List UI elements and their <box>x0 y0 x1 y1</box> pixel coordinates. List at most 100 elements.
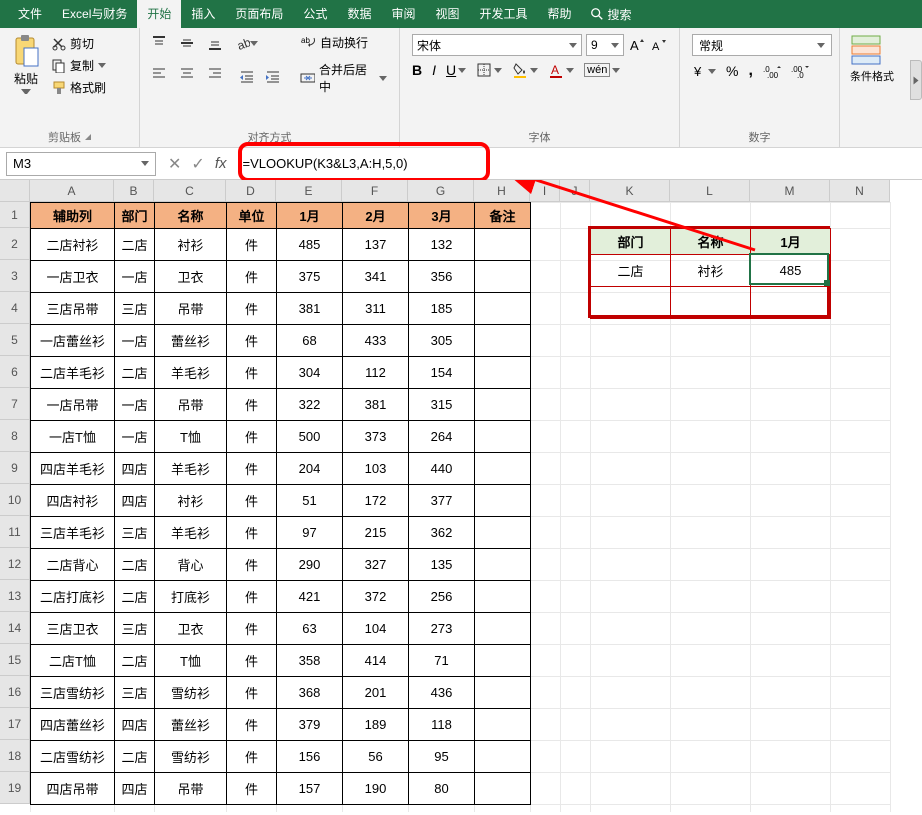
table-row[interactable]: 四店吊带四店吊带件15719080 <box>31 773 531 805</box>
col-header-J[interactable]: J <box>560 180 590 202</box>
phonetic-button[interactable]: wén <box>584 63 620 77</box>
table-cell[interactable]: 衬衫 <box>155 229 227 261</box>
table-cell[interactable]: 157 <box>277 773 343 805</box>
table-cell[interactable]: 436 <box>409 677 475 709</box>
row-header-10[interactable]: 10 <box>0 484 30 516</box>
lookup-cell[interactable] <box>751 287 831 319</box>
table-cell[interactable]: 71 <box>409 645 475 677</box>
cut-button[interactable]: 剪切 <box>48 34 110 53</box>
table-cell[interactable]: 件 <box>227 709 277 741</box>
table-cell[interactable] <box>475 229 531 261</box>
table-cell[interactable] <box>475 709 531 741</box>
table-cell[interactable]: 卫衣 <box>155 613 227 645</box>
wrap-text-button[interactable]: ab 自动换行 <box>296 32 391 53</box>
table-cell[interactable]: 件 <box>227 645 277 677</box>
table-cell[interactable]: 215 <box>343 517 409 549</box>
underline-button[interactable]: U <box>446 62 466 78</box>
table-cell[interactable]: 卫衣 <box>155 261 227 293</box>
table-cell[interactable]: 三店卫衣 <box>31 613 115 645</box>
enter-formula-button[interactable]: ✓ <box>191 154 204 174</box>
table-cell[interactable]: 381 <box>343 389 409 421</box>
table-cell[interactable]: 吊带 <box>155 293 227 325</box>
fill-color-button[interactable] <box>512 62 538 78</box>
table-cell[interactable]: 二店 <box>115 645 155 677</box>
lookup-row[interactable]: 二店衬衫485 <box>591 255 831 287</box>
table-cell[interactable]: 372 <box>343 581 409 613</box>
table-cell[interactable]: 185 <box>409 293 475 325</box>
table-cell[interactable]: 95 <box>409 741 475 773</box>
table-cell[interactable]: 件 <box>227 485 277 517</box>
accounting-button[interactable]: ¥ <box>692 63 716 79</box>
table-cell[interactable] <box>475 421 531 453</box>
row-header-14[interactable]: 14 <box>0 612 30 644</box>
orientation-button[interactable]: ab <box>236 32 258 54</box>
table-cell[interactable]: 二店羊毛衫 <box>31 357 115 389</box>
table-cell[interactable] <box>475 293 531 325</box>
table-header[interactable]: 单位 <box>227 203 277 229</box>
table-row[interactable]: 四店衬衫四店衬衫件51172377 <box>31 485 531 517</box>
row-header-8[interactable]: 8 <box>0 420 30 452</box>
table-cell[interactable]: 190 <box>343 773 409 805</box>
table-cell[interactable]: 97 <box>277 517 343 549</box>
table-cell[interactable]: 件 <box>227 325 277 357</box>
table-cell[interactable]: 137 <box>343 229 409 261</box>
ribbon-expand-handle[interactable] <box>910 60 922 100</box>
table-cell[interactable]: 件 <box>227 357 277 389</box>
table-row[interactable]: 四店羊毛衫四店羊毛衫件204103440 <box>31 453 531 485</box>
table-cell[interactable]: 68 <box>277 325 343 357</box>
table-cell[interactable] <box>475 325 531 357</box>
table-cell[interactable]: 二店 <box>115 549 155 581</box>
menu-data[interactable]: 数据 <box>337 0 381 28</box>
table-row[interactable]: 二店打底衫二店打底衫件421372256 <box>31 581 531 613</box>
table-cell[interactable]: 154 <box>409 357 475 389</box>
table-row[interactable]: 一店蕾丝衫一店蕾丝衫件68433305 <box>31 325 531 357</box>
table-cell[interactable]: 421 <box>277 581 343 613</box>
table-cell[interactable]: 三店 <box>115 677 155 709</box>
table-cell[interactable]: 件 <box>227 261 277 293</box>
table-cell[interactable]: 二店 <box>115 229 155 261</box>
table-cell[interactable]: 蕾丝衫 <box>155 709 227 741</box>
table-cell[interactable]: 一店 <box>115 325 155 357</box>
align-left-button[interactable] <box>148 62 170 84</box>
dialog-launcher-icon[interactable] <box>85 134 91 140</box>
table-cell[interactable]: 件 <box>227 229 277 261</box>
table-header[interactable]: 辅助列 <box>31 203 115 229</box>
percent-button[interactable]: % <box>726 63 738 79</box>
decrease-font-button[interactable]: A <box>650 36 668 54</box>
table-cell[interactable]: 104 <box>343 613 409 645</box>
table-row[interactable]: 三店吊带三店吊带件381311185 <box>31 293 531 325</box>
table-cell[interactable]: 吊带 <box>155 389 227 421</box>
table-cell[interactable]: 56 <box>343 741 409 773</box>
lookup-header[interactable]: 1月 <box>751 229 831 255</box>
table-row[interactable]: 四店蕾丝衫四店蕾丝衫件379189118 <box>31 709 531 741</box>
select-all-corner[interactable] <box>0 180 30 202</box>
merge-center-button[interactable]: 合并后居中 <box>296 59 391 97</box>
lookup-header[interactable]: 部门 <box>591 229 671 255</box>
increase-indent-button[interactable] <box>262 66 284 88</box>
border-button[interactable] <box>476 62 502 78</box>
font-size-select[interactable]: 9 <box>586 34 624 56</box>
row-header-6[interactable]: 6 <box>0 356 30 388</box>
table-cell[interactable]: 156 <box>277 741 343 773</box>
table-cell[interactable]: 304 <box>277 357 343 389</box>
paste-button[interactable]: 粘贴 <box>8 32 44 97</box>
col-header-M[interactable]: M <box>750 180 830 202</box>
table-row[interactable]: 一店卫衣一店卫衣件375341356 <box>31 261 531 293</box>
table-cell[interactable]: 一店 <box>115 389 155 421</box>
table-cell[interactable]: 件 <box>227 581 277 613</box>
table-cell[interactable]: 二店背心 <box>31 549 115 581</box>
menu-file[interactable]: 文件 <box>8 0 52 28</box>
col-header-C[interactable]: C <box>154 180 226 202</box>
table-cell[interactable] <box>475 485 531 517</box>
table-cell[interactable]: 一店 <box>115 261 155 293</box>
table-cell[interactable] <box>475 645 531 677</box>
table-cell[interactable]: 羊毛衫 <box>155 517 227 549</box>
table-cell[interactable]: 172 <box>343 485 409 517</box>
table-cell[interactable]: 件 <box>227 741 277 773</box>
table-cell[interactable]: 件 <box>227 549 277 581</box>
row-header-9[interactable]: 9 <box>0 452 30 484</box>
lookup-cell[interactable] <box>591 287 671 319</box>
table-cell[interactable]: 381 <box>277 293 343 325</box>
menu-insert[interactable]: 插入 <box>181 0 225 28</box>
table-cell[interactable]: 打底衫 <box>155 581 227 613</box>
